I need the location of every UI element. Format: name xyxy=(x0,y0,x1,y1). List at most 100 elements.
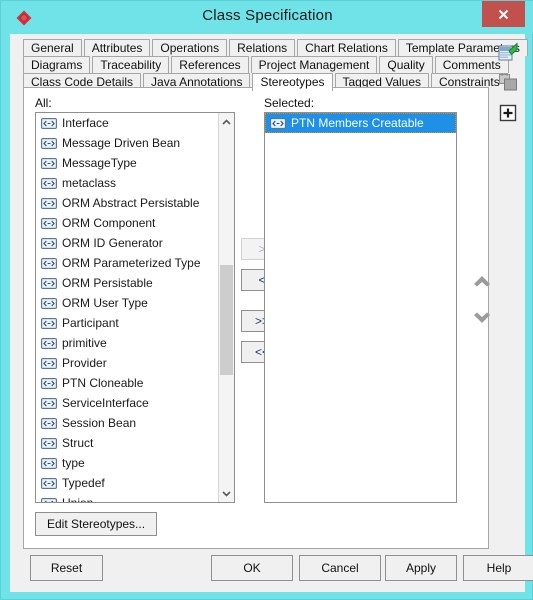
list-item[interactable]: PTN Cloneable xyxy=(36,373,217,393)
list-item[interactable]: ORM Abstract Persistable xyxy=(36,193,217,213)
list-item[interactable]: Union xyxy=(36,493,217,502)
stereotype-icon xyxy=(41,477,57,489)
list-item-label: Union xyxy=(62,493,93,502)
close-button[interactable] xyxy=(482,1,525,27)
move-up-button[interactable] xyxy=(470,271,494,291)
list-item-label: Participant xyxy=(62,316,119,330)
cancel-button[interactable]: Cancel xyxy=(299,555,381,581)
tab-stereotypes[interactable]: Stereotypes xyxy=(252,73,333,91)
list-item-label: metaclass xyxy=(62,176,117,190)
list-item[interactable]: Message Driven Bean xyxy=(36,133,217,153)
tab-general[interactable]: General xyxy=(23,39,82,56)
selected-stereotypes-listbox[interactable]: PTN Members Creatable xyxy=(264,112,457,503)
list-item[interactable]: Participant xyxy=(36,313,217,333)
stereotype-icon xyxy=(41,337,57,349)
stereotype-icon xyxy=(41,417,57,429)
list-item-label: ORM Abstract Persistable xyxy=(62,196,200,210)
scroll-down-button[interactable] xyxy=(219,485,234,502)
class-specification-dialog: Class Specification General Attributes O… xyxy=(0,0,533,600)
tab-quality[interactable]: Quality xyxy=(379,56,433,73)
stereotype-icon xyxy=(41,437,57,449)
tab-attributes[interactable]: Attributes xyxy=(83,39,151,56)
list-item[interactable]: ServiceInterface xyxy=(36,393,217,413)
stereotype-icon xyxy=(41,197,57,209)
stereotype-icon xyxy=(41,257,57,269)
move-down-button[interactable] xyxy=(470,308,494,328)
tab-panel: General Attributes Operations Relations … xyxy=(23,39,528,549)
tab-traceability[interactable]: Traceability xyxy=(92,56,170,73)
selected-stereotypes-items[interactable]: PTN Members Creatable xyxy=(265,113,456,502)
help-button[interactable]: Help xyxy=(463,555,533,581)
list-item[interactable]: Struct xyxy=(36,433,217,453)
scroll-up-button[interactable] xyxy=(219,113,234,130)
list-item-label: type xyxy=(62,456,85,470)
stereotype-icon xyxy=(41,137,57,149)
duplicate-icon[interactable] xyxy=(494,68,522,96)
list-item-label: ORM User Type xyxy=(62,296,148,310)
reset-button[interactable]: Reset xyxy=(30,555,103,581)
list-item[interactable]: primitive xyxy=(36,333,217,353)
stereotype-icon xyxy=(41,377,57,389)
all-list-scrollbar[interactable] xyxy=(218,113,234,502)
ok-button[interactable]: OK xyxy=(211,555,293,581)
list-item[interactable]: ORM Component xyxy=(36,213,217,233)
list-item-label: Typedef xyxy=(62,476,105,490)
list-item-label: ORM Component xyxy=(62,216,156,230)
list-item-label: Session Bean xyxy=(62,416,137,430)
apply-button[interactable]: Apply xyxy=(385,555,457,581)
list-item[interactable]: metaclass xyxy=(36,173,217,193)
title-bar: Class Specification xyxy=(1,1,533,34)
stereotype-icon xyxy=(41,177,57,189)
list-item-label: Message Driven Bean xyxy=(62,136,181,150)
scroll-thumb[interactable] xyxy=(220,264,233,375)
list-item[interactable]: ORM ID Generator xyxy=(36,233,217,253)
stereotype-icon xyxy=(41,217,57,229)
list-item[interactable]: type xyxy=(36,453,217,473)
edit-stereotypes-button[interactable]: Edit Stereotypes... xyxy=(35,512,158,536)
list-item[interactable]: ORM User Type xyxy=(36,293,217,313)
list-item[interactable]: Provider xyxy=(36,353,217,373)
stereotype-icon xyxy=(41,117,57,129)
list-item-label: Provider xyxy=(62,356,107,370)
stereotype-icon xyxy=(41,397,57,409)
stereotypes-page: All: Selected: Interface Message Driven B… xyxy=(23,87,490,549)
selected-label: Selected: xyxy=(264,96,315,110)
chevron-down-icon xyxy=(474,312,490,323)
tab-row-1: General Attributes Operations Relations … xyxy=(23,39,530,56)
list-item-label: MessageType xyxy=(62,156,137,170)
tab-relations[interactable]: Relations xyxy=(229,39,296,56)
all-stereotypes-items[interactable]: Interface Message Driven Bean MessageType m… xyxy=(36,113,217,502)
stereotype-icon xyxy=(41,317,57,329)
stereotype-icon xyxy=(41,157,57,169)
list-item-label: primitive xyxy=(62,336,107,350)
tab-diagrams[interactable]: Diagrams xyxy=(23,56,91,73)
new-item-icon[interactable] xyxy=(494,39,522,67)
list-item[interactable]: ORM Parameterized Type xyxy=(36,253,217,273)
stereotype-icon xyxy=(41,277,57,289)
list-item-label: Interface xyxy=(62,116,109,130)
stereotype-icon xyxy=(41,497,57,502)
all-stereotypes-listbox[interactable]: Interface Message Driven Bean MessageType m… xyxy=(35,112,235,503)
tab-project-management[interactable]: Project Management xyxy=(250,56,378,73)
all-label: All: xyxy=(35,96,52,110)
stereotype-icon xyxy=(41,237,57,249)
close-icon xyxy=(498,9,509,19)
add-box-icon[interactable] xyxy=(494,99,522,127)
tab-references[interactable]: References xyxy=(171,56,249,73)
tab-chart-relations[interactable]: Chart Relations xyxy=(297,39,396,56)
list-item[interactable]: MessageType xyxy=(36,153,217,173)
tab-operations[interactable]: Operations xyxy=(152,39,228,56)
chevron-up-icon xyxy=(222,118,231,125)
list-item[interactable]: PTN Members Creatable xyxy=(265,113,456,133)
stereotype-icon xyxy=(41,457,57,469)
list-item-label: ServiceInterface xyxy=(62,396,149,410)
list-item[interactable]: ORM Persistable xyxy=(36,273,217,293)
page-title: Class Specification xyxy=(202,7,333,24)
list-item-label: ORM Parameterized Type xyxy=(62,256,201,270)
stereotype-icon xyxy=(270,117,286,129)
list-item-label: PTN Members Creatable xyxy=(291,116,424,130)
tab-row-2: Diagrams Traceability References Project… xyxy=(23,56,511,73)
list-item[interactable]: Typedef xyxy=(36,473,217,493)
list-item[interactable]: Interface xyxy=(36,113,217,133)
list-item[interactable]: Session Bean xyxy=(36,413,217,433)
